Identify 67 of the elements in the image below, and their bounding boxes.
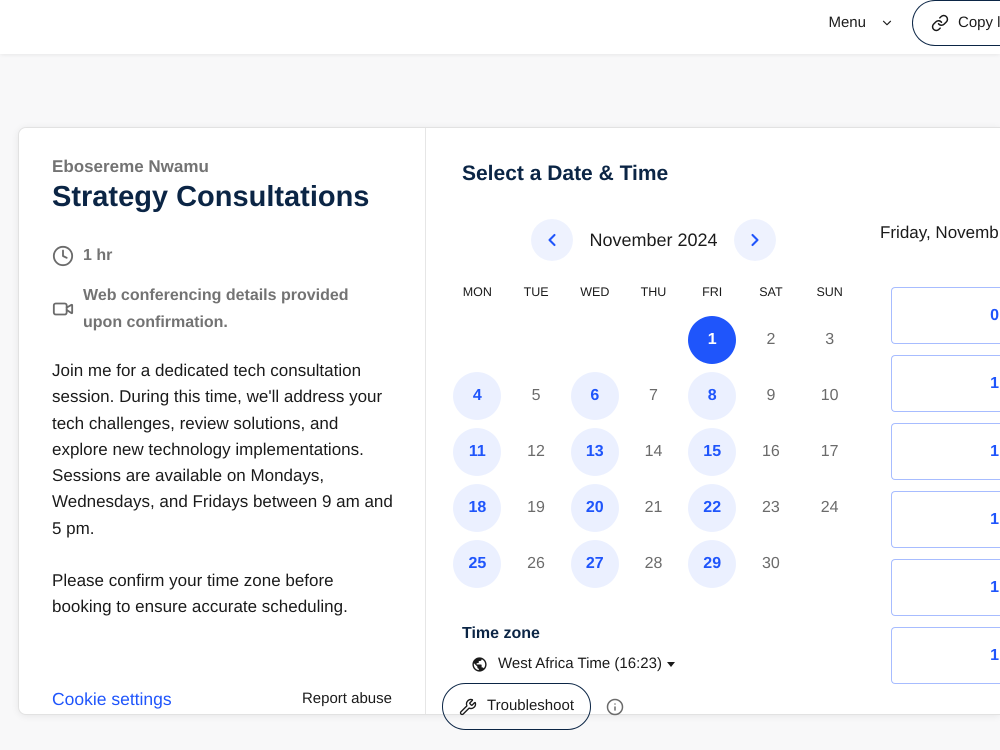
description-paragraph: Join me for a dedicated tech consultation session. During this time, we'll address your tech challenges, review solutions, and explore new technology implementations. Sessions are available on Mondays, Wednesdays, and Fridays between 9 am and 5 pm. (52, 360, 394, 540)
calendar-day[interactable]: 4 (453, 372, 502, 420)
info-icon[interactable] (606, 698, 624, 716)
weekday-label: WED (580, 284, 610, 301)
weekday-label: TUE (524, 284, 549, 301)
calendar-day: 2 (766, 330, 776, 350)
report-abuse-link[interactable]: Report abuse (302, 687, 392, 711)
calendar-day[interactable]: 1 (688, 316, 736, 364)
weekday-label: SAT (759, 284, 783, 301)
calendar-day: 26 (527, 554, 545, 574)
weekday-label: FRI (702, 284, 722, 301)
host-name: Ebosereme Nwamu (52, 157, 210, 177)
time-slot-button[interactable]: 1 (891, 559, 1000, 616)
cookie-settings-link[interactable]: Cookie settings (52, 687, 172, 711)
clock-icon (52, 244, 74, 266)
calendar-day: 5 (532, 386, 541, 406)
calendar-day[interactable]: 18 (453, 484, 502, 532)
timezone-label: Time zone (462, 624, 540, 644)
time-slot-button[interactable]: 1 (891, 491, 1000, 548)
calendar-day: 14 (644, 442, 662, 462)
selected-date-label: Friday, Novemb (880, 222, 1000, 244)
calendar-day: 12 (527, 442, 545, 462)
calendar-day[interactable]: 25 (453, 540, 502, 588)
event-detail: Web conferencing details provided upon confirmation. (83, 286, 350, 333)
calendar-day: 30 (762, 554, 780, 574)
calendar-day: 19 (527, 498, 545, 518)
time-slot-button[interactable]: 0 (891, 287, 1000, 344)
calendar-day[interactable]: 27 (570, 540, 619, 588)
calendar-day[interactable]: 15 (688, 428, 736, 476)
event-detail: 1 hr (83, 246, 112, 266)
calendar-day[interactable]: 22 (688, 484, 736, 532)
caret-down-icon (666, 662, 675, 666)
copy-link-button[interactable]: Copy l (912, 0, 1000, 46)
link-icon (931, 14, 949, 32)
weekday-label: SUN (816, 284, 843, 301)
calendar-day: 28 (644, 554, 662, 574)
calendar-day: 3 (825, 330, 834, 350)
calendar-day: 24 (820, 498, 839, 518)
calendar-day: 9 (766, 386, 776, 406)
next-month-button[interactable] (734, 219, 776, 261)
time-slot-button[interactable]: 1 (891, 355, 1000, 412)
calendar-day: 16 (762, 442, 780, 462)
timezone-dropdown[interactable]: West Africa Time (16:23) (471, 653, 675, 675)
calendar-day[interactable]: 13 (570, 428, 619, 476)
menu-button[interactable]: Menu (828, 12, 894, 34)
calendar-day: 23 (762, 498, 780, 518)
time-slot-button[interactable]: 1 (891, 627, 1000, 684)
calendar-day[interactable]: 8 (688, 372, 736, 420)
globe-icon (471, 656, 488, 672)
troubleshoot-button[interactable]: Troubleshoot (442, 683, 591, 730)
calendar-day: 17 (820, 442, 839, 462)
calendar-day[interactable]: 6 (570, 372, 619, 420)
description-paragraph: Please confirm your time zone before booking to ensure accurate scheduling. (52, 570, 349, 618)
calendar-day: 21 (644, 498, 662, 518)
section-heading: Select a Date & Time (462, 161, 668, 187)
time-slot-button[interactable]: 1 (891, 423, 1000, 480)
calendar-day[interactable]: 20 (570, 484, 619, 532)
event-title: Strategy Consultations (52, 180, 370, 214)
calendar-day: 10 (820, 386, 839, 406)
wrench-icon (459, 698, 477, 716)
calendar-day[interactable]: 11 (453, 428, 502, 476)
previous-month-button[interactable] (531, 219, 574, 261)
calendar-day[interactable]: 29 (688, 540, 736, 588)
weekday-label: THU (640, 284, 666, 301)
calendar-day: 7 (649, 386, 658, 406)
month-label: November 2024 (589, 229, 718, 251)
weekday-label: MON (462, 284, 492, 301)
